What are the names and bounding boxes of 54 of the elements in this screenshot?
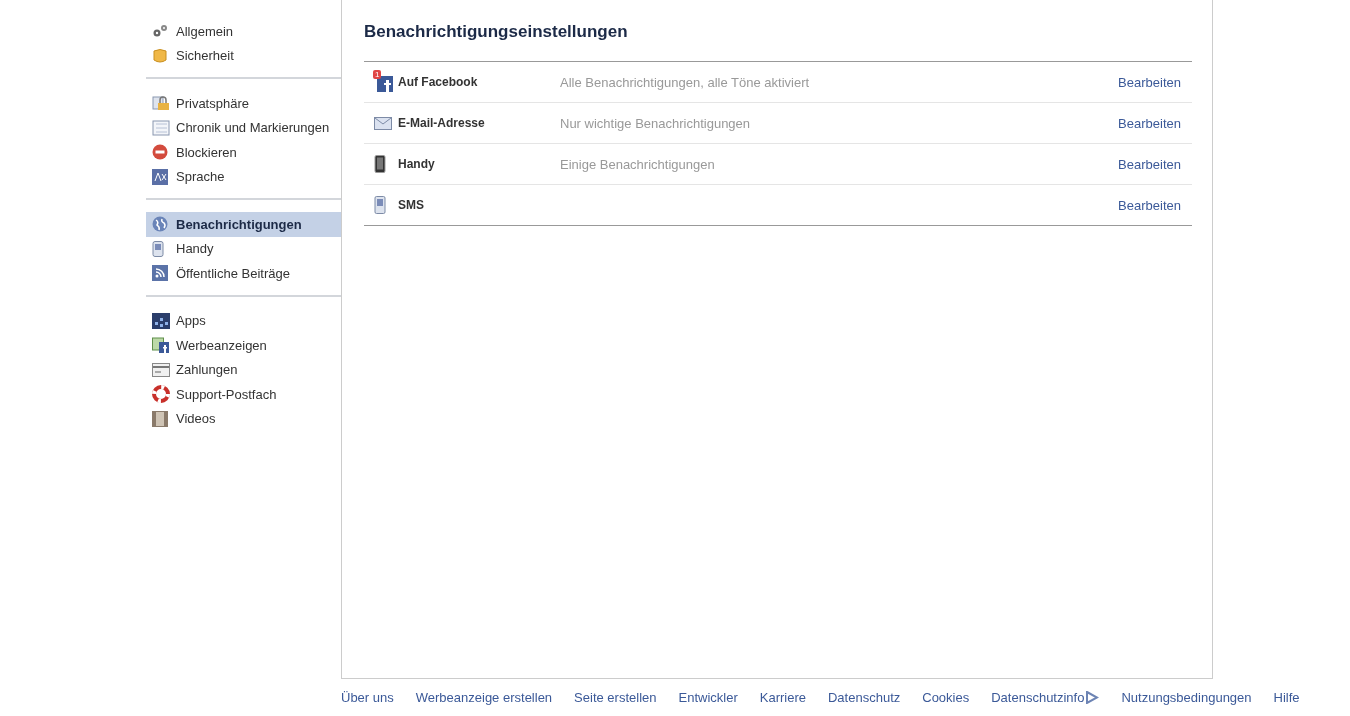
sidebar-item[interactable]: Allgemein: [146, 19, 341, 44]
edit-link[interactable]: Bearbeiten: [1118, 74, 1181, 90]
footer-link[interactable]: Hilfe: [1273, 690, 1300, 705]
card-icon: [152, 362, 170, 377]
sidebar-item[interactable]: Privatsphäre: [146, 91, 341, 116]
setting-name: Handy: [398, 157, 436, 171]
sidebar-item[interactable]: Chronik und Markierungen: [146, 115, 341, 140]
edit-link[interactable]: Bearbeiten: [1118, 156, 1181, 172]
footer-link[interactable]: Cookies: [922, 690, 970, 705]
sidebar-item[interactable]: Blockieren: [146, 140, 341, 165]
play-triangle-icon: [1085, 691, 1100, 704]
lifebuoy-icon: [152, 385, 170, 404]
ads-icon: [152, 337, 170, 354]
phone-icon: [374, 196, 386, 214]
edit-link[interactable]: Bearbeiten: [1118, 115, 1181, 131]
padlock-icon: [152, 95, 170, 112]
footer-link[interactable]: Datenschutz: [828, 690, 901, 705]
rss-icon: [152, 265, 168, 282]
sidebar-item[interactable]: Sprache: [146, 164, 341, 189]
sidebar-item[interactable]: Handy: [146, 236, 341, 261]
page-title: Benachrichtigungseinstellungen: [364, 22, 629, 42]
phone-icon: [374, 155, 386, 173]
sidebar-item[interactable]: Zahlungen: [146, 357, 341, 382]
film-icon: [152, 410, 168, 427]
setting-name: SMS: [398, 198, 425, 212]
footer-link[interactable]: Karriere: [759, 690, 806, 705]
footer-link[interactable]: Nutzungsbedingungen: [1121, 690, 1252, 705]
globe-icon: [152, 216, 168, 233]
footer-link[interactable]: Entwickler: [678, 690, 738, 705]
edit-link[interactable]: Bearbeiten: [1118, 197, 1181, 213]
phone-icon: [152, 240, 164, 257]
footer-link[interactable]: Seite erstellen: [574, 690, 657, 705]
sidebar-item[interactable]: Benachrichtigungen: [146, 212, 341, 237]
timeline-icon: [152, 119, 170, 136]
sidebar-item[interactable]: Apps: [146, 308, 341, 333]
language-icon: [152, 168, 168, 185]
footer-link[interactable]: Datenschutzinfo: [991, 690, 1085, 705]
footer-link[interactable]: Über uns: [341, 690, 394, 705]
setting-name: E-Mail-Adresse: [398, 116, 486, 130]
sidebar-item[interactable]: Sicherheit: [146, 43, 341, 68]
setting-summary: Einige Benachrichtigungen: [560, 156, 716, 172]
sidebar-item[interactable]: Werbeanzeigen: [146, 333, 341, 358]
setting-name: Auf Facebook: [398, 75, 479, 89]
footer-link[interactable]: Werbeanzeige erstellen: [415, 690, 553, 705]
apps-grid-icon: [152, 312, 170, 329]
no-entry-icon: [152, 144, 168, 161]
setting-summary: Alle Benachrichtigungen, alle Töne aktiviert: [560, 74, 811, 90]
notification-badge: 1: [373, 70, 382, 79]
badge-icon: [152, 47, 168, 64]
envelope-icon: [374, 116, 392, 130]
setting-summary: Nur wichtige Benachrichtigungen: [560, 115, 752, 131]
sidebar-item[interactable]: Öffentliche Beiträge: [146, 261, 341, 286]
sidebar-item[interactable]: Videos: [146, 406, 341, 431]
sidebar-item[interactable]: Support-Postfach: [146, 382, 341, 407]
